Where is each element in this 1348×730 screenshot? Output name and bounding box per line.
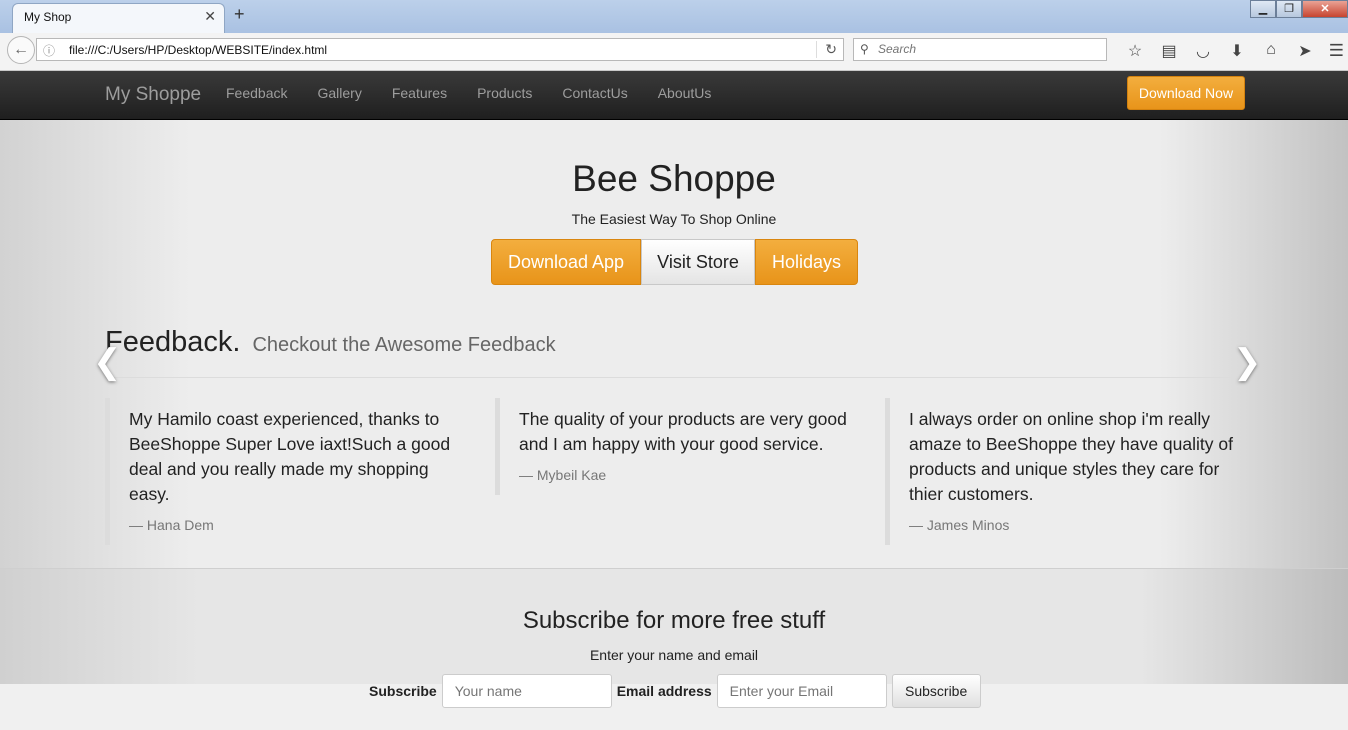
hero-button-group: Download App Visit Store Holidays bbox=[491, 239, 858, 285]
browser-tabbar: My Shop ✕ + ▁ ❐ ✕ bbox=[0, 0, 1348, 33]
reload-icon[interactable]: ↻ bbox=[816, 41, 837, 58]
browser-toolbar: ← ⓘ file:///C:/Users/HP/Desktop/WEBSITE/… bbox=[0, 33, 1348, 71]
back-arrow-icon: ← bbox=[13, 41, 29, 58]
reading-list-icon[interactable]: ▤ bbox=[1152, 41, 1186, 61]
tab-title: My Shop bbox=[24, 10, 72, 24]
search-icon: ⚲ bbox=[860, 42, 869, 56]
browser-tab[interactable]: My Shop ✕ bbox=[12, 3, 225, 33]
feedback-quote: I always order on online shop i'm really… bbox=[885, 398, 1249, 545]
feedback-quote: My Hamilo coast experienced, thanks to B… bbox=[105, 398, 469, 545]
subscribe-button[interactable]: Subscribe bbox=[891, 674, 981, 708]
nav-links: Feedback Gallery Features Products Conta… bbox=[226, 85, 741, 101]
nav-link-products[interactable]: Products bbox=[477, 85, 532, 101]
download-icon[interactable]: ⬇ bbox=[1220, 41, 1254, 61]
email-field[interactable] bbox=[716, 674, 887, 708]
subscribe-section: Subscribe for more free stuff Enter your… bbox=[0, 568, 1348, 685]
carousel-next-icon[interactable]: ❯ bbox=[1233, 342, 1262, 382]
back-button[interactable]: ← bbox=[7, 36, 35, 64]
send-icon[interactable]: ➤ bbox=[1288, 41, 1322, 61]
url-bar[interactable]: ⓘ file:///C:/Users/HP/Desktop/WEBSITE/in… bbox=[36, 38, 844, 61]
feedback-title: Feedback. bbox=[105, 326, 241, 358]
feedback-heading: Feedback. Checkout the Awesome Feedback bbox=[105, 326, 556, 359]
subscribe-text: Enter your name and email bbox=[589, 647, 759, 663]
feedback-subtitle: Checkout the Awesome Feedback bbox=[252, 334, 556, 356]
name-label: Subscribe bbox=[369, 683, 437, 699]
quote-text: I always order on online shop i'm really… bbox=[909, 409, 1233, 504]
pocket-icon[interactable]: ◡ bbox=[1186, 41, 1220, 61]
bookmark-star-icon[interactable]: ☆ bbox=[1118, 41, 1152, 61]
quote-author: — Mybeil Kae bbox=[519, 467, 607, 483]
search-bar[interactable]: ⚲ bbox=[853, 38, 1107, 61]
maximize-button[interactable]: ❐ bbox=[1276, 0, 1302, 18]
url-text[interactable]: file:///C:/Users/HP/Desktop/WEBSITE/inde… bbox=[69, 43, 327, 57]
subscribe-form: Subscribe Email address Subscribe bbox=[369, 674, 981, 708]
info-icon[interactable]: ⓘ bbox=[43, 42, 55, 59]
feedback-divider bbox=[105, 377, 1243, 378]
quote-author: — James Minos bbox=[909, 517, 1010, 533]
hero-title: Bee Shoppe bbox=[572, 158, 776, 199]
quote-author: — Hana Dem bbox=[129, 517, 214, 533]
new-tab-button[interactable]: + bbox=[234, 4, 245, 25]
nav-link-aboutus[interactable]: AboutUs bbox=[658, 85, 712, 101]
download-now-button[interactable]: Download Now bbox=[1127, 76, 1245, 110]
carousel-prev-icon[interactable]: ❮ bbox=[93, 342, 122, 382]
home-icon[interactable]: ⌂ bbox=[1254, 41, 1288, 61]
subscribe-title: Subscribe for more free stuff bbox=[522, 607, 826, 634]
name-field[interactable] bbox=[441, 674, 612, 708]
brand-link[interactable]: My Shoppe bbox=[105, 84, 201, 106]
hamburger-menu-icon[interactable]: ☰ bbox=[1329, 41, 1344, 61]
quote-text: My Hamilo coast experienced, thanks to B… bbox=[129, 409, 451, 504]
visit-store-button[interactable]: Visit Store bbox=[641, 239, 755, 285]
feedback-quote: The quality of your products are very go… bbox=[495, 398, 859, 495]
close-window-button[interactable]: ✕ bbox=[1302, 0, 1348, 18]
nav-link-feedback[interactable]: Feedback bbox=[226, 85, 287, 101]
nav-link-features[interactable]: Features bbox=[392, 85, 447, 101]
window-controls: ▁ ❐ ✕ bbox=[1250, 0, 1348, 18]
nav-link-contactus[interactable]: ContactUs bbox=[562, 85, 627, 101]
quote-text: The quality of your products are very go… bbox=[519, 409, 847, 454]
search-input[interactable] bbox=[876, 41, 1100, 57]
hero-section: Bee Shoppe The Easiest Way To Shop Onlin… bbox=[0, 120, 1348, 568]
nav-link-gallery[interactable]: Gallery bbox=[317, 85, 361, 101]
download-app-button[interactable]: Download App bbox=[491, 239, 641, 285]
tab-close-icon[interactable]: ✕ bbox=[204, 8, 216, 25]
site-navbar: My Shoppe Feedback Gallery Features Prod… bbox=[0, 71, 1348, 120]
toolbar-icons: ☆ ▤ ◡ ⬇ ⌂ ➤ bbox=[1118, 41, 1322, 61]
hero-subtitle: The Easiest Way To Shop Online bbox=[571, 211, 777, 227]
email-label: Email address bbox=[616, 683, 712, 699]
holidays-button[interactable]: Holidays bbox=[755, 239, 858, 285]
minimize-button[interactable]: ▁ bbox=[1250, 0, 1276, 18]
